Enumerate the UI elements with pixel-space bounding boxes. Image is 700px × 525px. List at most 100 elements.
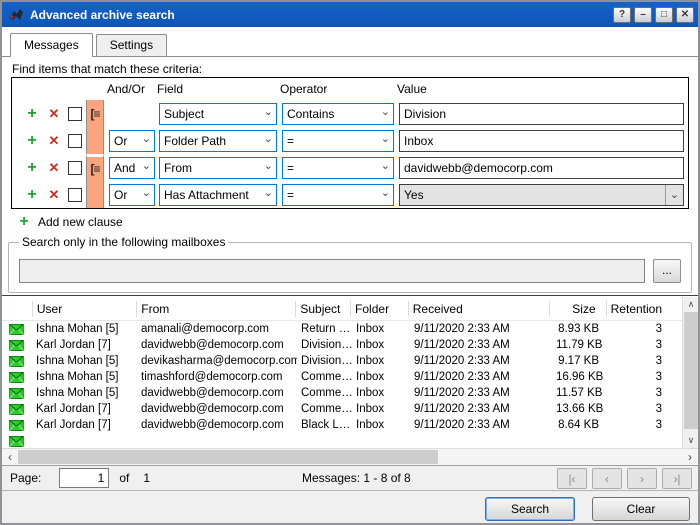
browse-mailboxes-button[interactable]: ...	[653, 259, 681, 283]
cell-folder: Inbox	[352, 387, 410, 399]
chevron-down-icon: ⌄	[142, 186, 151, 199]
tab-messages[interactable]: Messages	[10, 33, 93, 57]
table-row[interactable]: Ishna Mohan [5] davidwebb@democorp.com C…	[2, 385, 682, 401]
cell-received: 9/11/2020 2:33 AM	[410, 355, 552, 367]
cell-subject: Comme…	[297, 403, 352, 415]
group-indicator: [≡	[86, 154, 104, 181]
scroll-right-icon[interactable]: ›	[682, 449, 698, 465]
vertical-scrollbar-thumb[interactable]	[684, 312, 698, 429]
add-row-icon[interactable]: +	[24, 105, 40, 123]
criteria-row: + ✕ [≡ Or⌄ Folder Path⌄ =⌄ Inbox ⌄	[12, 127, 688, 154]
table-row[interactable]: Karl Jordan [7] davidwebb@democorp.com C…	[2, 401, 682, 417]
add-row-icon[interactable]: +	[24, 159, 40, 177]
row-checkbox[interactable]	[68, 161, 82, 175]
operator-column-header: Operator	[280, 82, 397, 96]
add-new-clause-link[interactable]: + Add new clause	[16, 213, 123, 231]
cell-retention: 3	[609, 419, 682, 431]
add-row-icon[interactable]: +	[24, 186, 40, 204]
total-pages: 1	[143, 471, 150, 485]
remove-row-icon[interactable]: ✕	[46, 106, 62, 122]
value-input[interactable]: Yes ⌄	[399, 184, 684, 206]
andor-select[interactable]: Or⌄	[109, 130, 155, 152]
binoculars-icon	[8, 7, 26, 23]
chevron-down-icon: ⌄	[142, 159, 151, 172]
row-checkbox[interactable]	[68, 134, 82, 148]
cell-subject: Comme…	[297, 387, 352, 399]
advanced-archive-search-dialog: Advanced archive search ? – □ ✕ Messages…	[0, 0, 700, 525]
table-row[interactable]: Karl Jordan [7] davidwebb@democorp.com D…	[2, 337, 682, 353]
operator-select[interactable]: Contains⌄	[282, 103, 394, 125]
mailboxes-input[interactable]	[19, 259, 645, 283]
page-nav-buttons: |‹ ‹ › ›|	[552, 468, 692, 489]
add-row-icon[interactable]: +	[24, 132, 40, 150]
chevron-down-icon: ⌄	[381, 186, 390, 199]
results-header-row: User From Subject Folder Received Size R…	[2, 297, 682, 321]
operator-select[interactable]: =⌄	[282, 184, 394, 206]
operator-select[interactable]: =⌄	[282, 157, 394, 179]
operator-select[interactable]: =⌄	[282, 130, 394, 152]
row-checkbox[interactable]	[68, 107, 82, 121]
andor-select[interactable]: And⌄	[109, 157, 155, 179]
value-input[interactable]: davidwebb@democorp.com ⌄	[399, 157, 684, 179]
field-select[interactable]: Subject⌄	[159, 103, 277, 125]
field-select[interactable]: Has Attachment⌄	[159, 184, 277, 206]
cell-size: 16.96 KB	[552, 371, 609, 383]
size-column-header[interactable]: Size	[549, 301, 606, 317]
window-title: Advanced archive search	[30, 8, 610, 22]
value-input[interactable]: Inbox ⌄	[399, 130, 684, 152]
chevron-down-icon: ⌄	[381, 132, 390, 145]
remove-row-icon[interactable]: ✕	[46, 160, 62, 176]
value-input[interactable]: Division ⌄	[399, 103, 684, 125]
vertical-scrollbar[interactable]: ∧ ∨	[682, 297, 698, 448]
cell-user: Karl Jordan [7]	[32, 419, 137, 431]
scroll-up-icon[interactable]: ∧	[683, 297, 699, 312]
horizontal-scrollbar-thumb[interactable]	[18, 450, 438, 464]
page-label: Page:	[10, 471, 41, 485]
next-page-button[interactable]: ›	[627, 468, 657, 489]
first-page-button[interactable]: |‹	[557, 468, 587, 489]
andor-select[interactable]: Or⌄	[109, 184, 155, 206]
help-button[interactable]: ?	[613, 7, 631, 23]
value-column-header: Value	[397, 82, 688, 96]
search-button[interactable]: Search	[485, 497, 575, 521]
cell-size: 8.64 KB	[552, 419, 609, 431]
horizontal-scrollbar[interactable]: ‹ ›	[2, 448, 698, 465]
retention-column-header[interactable]: Retention	[606, 301, 682, 317]
last-page-button[interactable]: ›|	[662, 468, 692, 489]
cell-user: Karl Jordan [7]	[32, 403, 137, 415]
page-number-input[interactable]	[59, 468, 109, 488]
cell-folder: Inbox	[352, 403, 410, 415]
table-row[interactable]: Ishna Mohan [5] amanali@democorp.com Ret…	[2, 321, 682, 337]
table-row[interactable]: Karl Jordan [7] davidwebb@democorp.com B…	[2, 417, 682, 433]
close-button[interactable]: ✕	[676, 7, 694, 23]
cell-from: timashford@democorp.com	[137, 371, 297, 383]
table-row[interactable]: Ishna Mohan [5] devikasharma@democorp.co…	[2, 353, 682, 369]
cell-size: 11.57 KB	[552, 387, 609, 399]
group-bracket-icon: [≡	[91, 107, 100, 121]
mail-envelope-icon	[2, 404, 32, 415]
cell-from: davidwebb@democorp.com	[137, 339, 297, 351]
row-checkbox[interactable]	[68, 188, 82, 202]
folder-column-header[interactable]: Folder	[350, 301, 408, 317]
subject-column-header[interactable]: Subject	[295, 301, 350, 317]
remove-row-icon[interactable]: ✕	[46, 133, 62, 149]
partial-table-row[interactable]	[2, 433, 682, 448]
remove-row-icon[interactable]: ✕	[46, 187, 62, 203]
messages-tab-panel: Find items that match these criteria: An…	[2, 57, 698, 295]
cell-received: 9/11/2020 2:33 AM	[410, 323, 552, 335]
received-column-header[interactable]: Received	[408, 301, 549, 317]
field-select[interactable]: From⌄	[159, 157, 277, 179]
user-column-header[interactable]: User	[32, 301, 136, 317]
previous-page-button[interactable]: ‹	[592, 468, 622, 489]
field-select[interactable]: Folder Path⌄	[159, 130, 277, 152]
clear-button[interactable]: Clear	[592, 497, 690, 521]
tab-settings[interactable]: Settings	[96, 34, 167, 56]
titlebar[interactable]: Advanced archive search ? – □ ✕	[2, 2, 698, 27]
minimize-button[interactable]: –	[634, 7, 652, 23]
scroll-down-icon[interactable]: ∨	[683, 433, 699, 448]
from-column-header[interactable]: From	[136, 301, 295, 317]
cell-user: Ishna Mohan [5]	[32, 387, 137, 399]
scroll-left-icon[interactable]: ‹	[2, 449, 18, 465]
maximize-button[interactable]: □	[655, 7, 673, 23]
table-row[interactable]: Ishna Mohan [5] timashford@democorp.com …	[2, 369, 682, 385]
